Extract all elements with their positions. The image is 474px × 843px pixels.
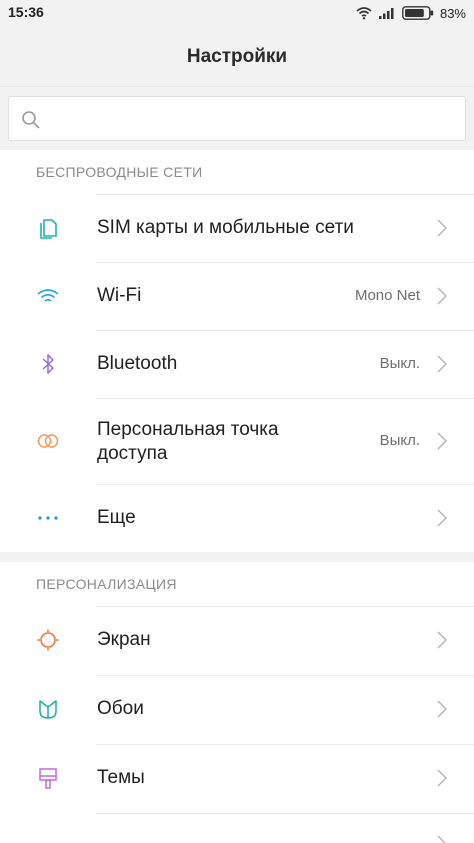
chevron-right-icon bbox=[437, 769, 447, 787]
title-bar: Настройки bbox=[0, 26, 474, 86]
brightness-icon bbox=[37, 629, 59, 651]
settings-item-sim[interactable]: SIM карты и мобильные сети bbox=[0, 194, 474, 262]
bluetooth-icon bbox=[42, 354, 54, 374]
search-area bbox=[0, 86, 474, 150]
section-title: ПЕРСОНАЛИЗАЦИЯ bbox=[36, 576, 177, 592]
status-icons: 83% bbox=[356, 4, 466, 22]
section-header-personalization: ПЕРСОНАЛИЗАЦИЯ bbox=[0, 562, 474, 606]
search-input[interactable] bbox=[53, 97, 453, 140]
settings-item-label: Экран bbox=[97, 629, 151, 650]
settings-item-bluetooth[interactable]: Bluetooth Выкл. bbox=[0, 330, 474, 398]
wallpaper-tulip-icon bbox=[39, 700, 57, 719]
settings-item-label-line2: доступа bbox=[97, 443, 168, 464]
settings-item-wallpaper[interactable]: Обои bbox=[0, 675, 474, 744]
sim-card-icon bbox=[40, 219, 57, 239]
hotspot-icon bbox=[37, 434, 59, 448]
themes-brush-icon bbox=[39, 768, 57, 789]
settings-item-display[interactable]: Экран bbox=[0, 606, 474, 675]
settings-item-themes[interactable]: Темы bbox=[0, 744, 474, 813]
chevron-right-icon bbox=[437, 355, 447, 373]
wifi-signal-icon bbox=[356, 7, 372, 20]
settings-item-label: Еще bbox=[97, 507, 136, 528]
battery-percent: 83% bbox=[439, 5, 466, 21]
chevron-right-icon bbox=[437, 432, 447, 450]
search-box[interactable] bbox=[8, 96, 466, 141]
settings-item-label: Обои bbox=[97, 698, 144, 719]
chevron-right-icon bbox=[437, 700, 447, 718]
settings-item-label: Персональная точка bbox=[97, 419, 279, 440]
settings-item-wifi[interactable]: Wi-Fi Mono Net bbox=[0, 262, 474, 330]
chevron-right-icon bbox=[437, 631, 447, 649]
settings-item-partial[interactable] bbox=[0, 813, 474, 843]
chevron-right-icon bbox=[437, 287, 447, 305]
settings-item-label: Wi-Fi bbox=[97, 285, 142, 306]
section-divider bbox=[0, 552, 474, 562]
wifi-icon bbox=[37, 289, 59, 302]
settings-item-value: Выкл. bbox=[379, 432, 420, 449]
section-title: БЕСПРОВОДНЫЕ СЕТИ bbox=[36, 164, 203, 180]
status-bar: 15:36 83% bbox=[0, 0, 474, 26]
chevron-right-icon bbox=[437, 219, 447, 237]
settings-item-label: SIM карты и мобильные сети bbox=[97, 217, 354, 238]
settings-item-more[interactable]: Еще bbox=[0, 484, 474, 552]
settings-item-value: Mono Net bbox=[354, 287, 420, 304]
status-time: 15:36 bbox=[8, 4, 44, 20]
battery-icon bbox=[402, 6, 434, 20]
settings-item-label: Bluetooth bbox=[97, 353, 178, 374]
chevron-right-icon bbox=[437, 835, 447, 843]
chevron-right-icon bbox=[437, 509, 447, 527]
settings-item-label: Темы bbox=[97, 767, 145, 788]
more-dots-icon bbox=[38, 516, 58, 520]
cell-signal-icon bbox=[378, 8, 394, 19]
section-header-wireless: БЕСПРОВОДНЫЕ СЕТИ bbox=[0, 150, 474, 194]
settings-item-hotspot[interactable]: Персональная точка доступа Выкл. bbox=[0, 398, 474, 484]
search-icon bbox=[22, 111, 40, 129]
settings-item-value: Выкл. bbox=[379, 355, 420, 372]
page-title: Настройки bbox=[186, 46, 288, 67]
